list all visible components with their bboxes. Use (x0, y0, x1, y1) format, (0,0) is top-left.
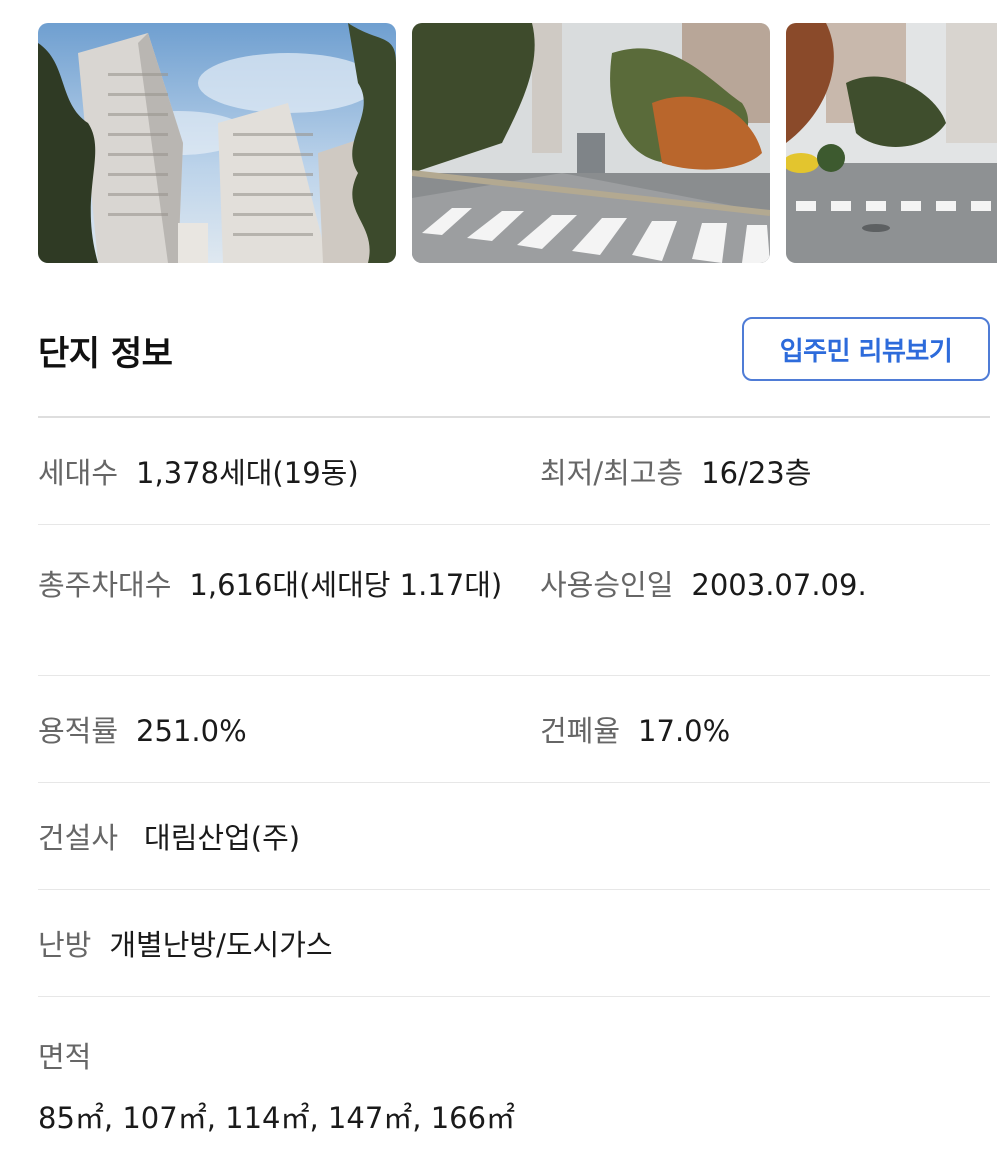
approval-date-item: 사용승인일 2003.07.09. (540, 565, 990, 605)
photo-carousel[interactable] (38, 23, 997, 263)
parking-label: 총주차대수 (38, 568, 172, 602)
builder-value: 대림산업(주) (144, 821, 301, 855)
floor-area-ratio-value: 251.0% (136, 714, 247, 748)
approval-date-value: 2003.07.09. (691, 568, 867, 602)
floors-item: 최저/최고층 16/23층 (540, 453, 990, 493)
entrance-crosswalk-photo[interactable] (412, 23, 770, 263)
building-coverage-item: 건폐율 17.0% (540, 711, 990, 751)
area-value: 85㎡, 107㎡, 114㎡, 147㎡, 166㎡ (38, 1101, 516, 1135)
apartment-towers-photo[interactable] (38, 23, 396, 263)
complex-road-photo[interactable] (786, 23, 997, 263)
heating-label: 난방 (38, 928, 92, 962)
area-row: 면적 85㎡, 107㎡, 114㎡, 147㎡, 166㎡ (38, 997, 990, 1147)
floor-area-ratio-item: 용적률 251.0% (38, 711, 518, 751)
builder-label: 건설사 (38, 821, 119, 855)
info-row: 건설사 대림산업(주) (38, 783, 990, 890)
builder-item: 건설사 대림산업(주) (38, 818, 518, 858)
section-title: 단지 정보 (38, 334, 173, 374)
parking-item: 총주차대수 1,616대(세대당 1.17대) (38, 565, 518, 605)
floor-area-ratio-label: 용적률 (38, 714, 119, 748)
building-coverage-label: 건폐율 (540, 714, 621, 748)
heating-value: 개별난방/도시가스 (109, 928, 333, 962)
info-row: 난방 개별난방/도시가스 (38, 890, 990, 997)
resident-review-button[interactable]: 입주민 리뷰보기 (742, 317, 990, 381)
info-row: 세대수 1,378세대(19동) 최저/최고층 16/23층 (38, 418, 990, 525)
households-label: 세대수 (38, 456, 119, 490)
heating-item: 난방 개별난방/도시가스 (38, 925, 518, 965)
info-row: 용적률 251.0% 건폐율 17.0% (38, 676, 990, 783)
complex-info-table: 세대수 1,378세대(19동) 최저/최고층 16/23층 총주차대수 1,6… (38, 418, 990, 1147)
area-label: 면적 (38, 1040, 92, 1074)
households-value: 1,378세대(19동) (136, 456, 359, 490)
approval-date-label: 사용승인일 (540, 568, 674, 602)
floors-label: 최저/최고층 (540, 456, 684, 490)
parking-value: 1,616대(세대당 1.17대) (189, 568, 503, 602)
households-item: 세대수 1,378세대(19동) (38, 453, 518, 493)
info-row: 총주차대수 1,616대(세대당 1.17대) 사용승인일 2003.07.09… (38, 525, 990, 676)
complex-info-header: 단지 정보 입주민 리뷰보기 (38, 300, 990, 410)
building-coverage-value: 17.0% (638, 714, 731, 748)
floors-value: 16/23층 (701, 456, 812, 490)
